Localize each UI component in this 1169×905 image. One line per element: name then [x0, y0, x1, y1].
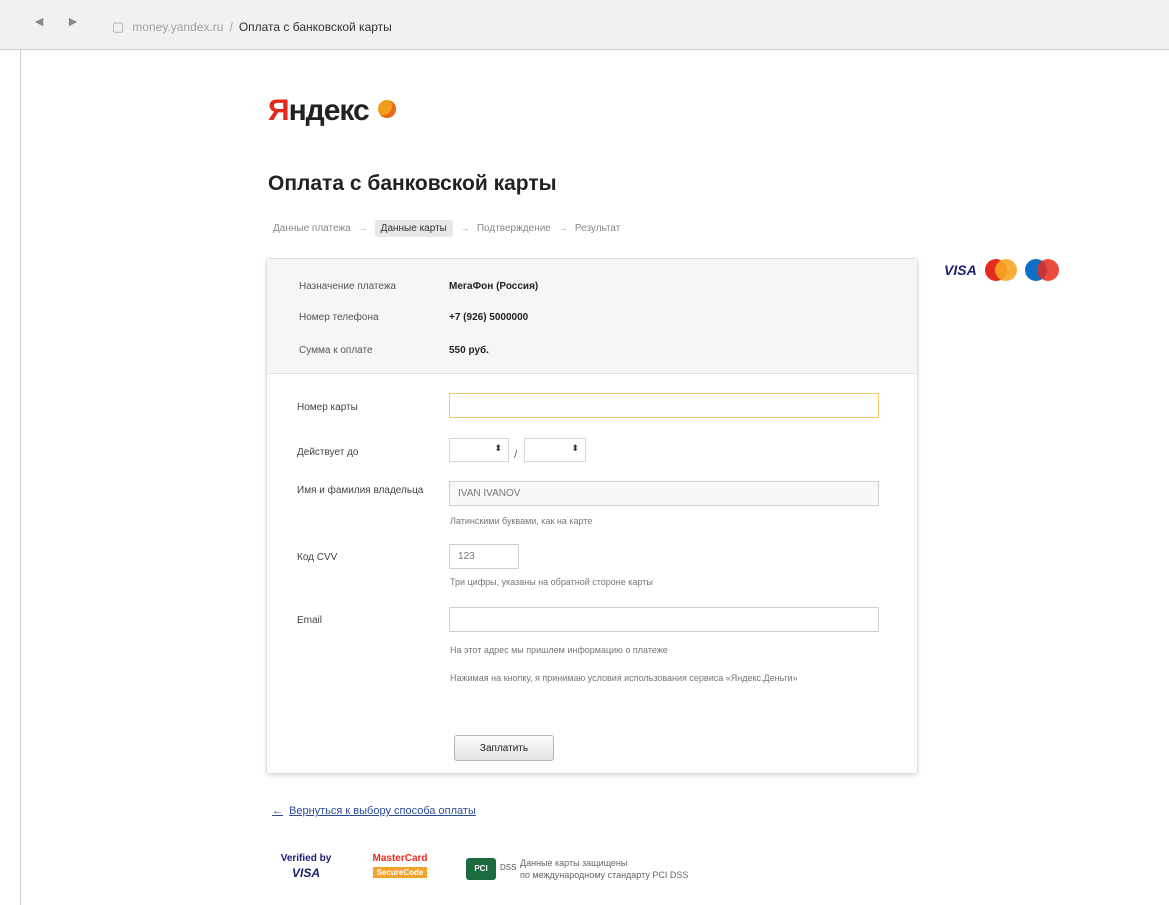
browser-toolbar: ◄ ► ▢ money.yandex.ru / Оплата с банковс… — [0, 0, 1169, 50]
cvv-label: Код CVV — [297, 552, 338, 563]
summary-value: +7 (926) 5000000 — [449, 312, 529, 323]
pci-dss-logo: PCI DSS — [466, 854, 520, 884]
arrow-left-icon: ← — [272, 805, 283, 817]
payment-summary: Назначение платежа МегаФон (Россия) Номе… — [267, 259, 917, 374]
mastercard-securecode-logo: MasterCard SecureCode — [360, 852, 440, 886]
url-page-title: Оплата с банковской карты — [238, 20, 392, 34]
address-bar[interactable]: ▢ money.yandex.ru / Оплата с банковской … — [112, 18, 392, 36]
terms-notice: Нажимая на кнопку, я принимаю условия ис… — [450, 673, 798, 683]
expiry-label: Действует до — [297, 447, 359, 458]
yandex-money-icon — [378, 100, 397, 118]
step-result: Результат — [574, 223, 621, 234]
step-payment-data: Данные платежа — [273, 223, 351, 234]
verified-by-visa-logo: Verified by VISA — [272, 852, 340, 886]
visa-icon: VISA — [944, 262, 977, 278]
accepted-cards: VISA — [944, 259, 1059, 281]
holder-hint: Латинскими буквами, как на карте — [450, 516, 593, 526]
pci-label: DSS — [500, 863, 517, 872]
step-confirmation: Подтверждение — [476, 223, 551, 234]
pci-badge: PCI — [466, 858, 496, 880]
logo-text: ндекс — [288, 94, 370, 127]
mastercard-icon — [984, 259, 1017, 281]
forward-button[interactable]: ► — [62, 10, 84, 32]
window-edge — [20, 50, 21, 905]
yandex-logo[interactable]: Яндекс — [268, 94, 397, 128]
pay-button[interactable]: Заплатить — [454, 735, 554, 761]
summary-label: Номер телефона — [299, 312, 379, 323]
summary-value: 550 руб. — [449, 345, 489, 356]
summary-label: Назначение платежа — [299, 281, 397, 292]
back-button[interactable]: ◄ — [28, 10, 50, 32]
chevron-updown-icon: ⬍ — [571, 443, 579, 453]
chevron-updown-icon: ⬍ — [494, 443, 502, 453]
expiry-month-select[interactable]: ⬍ — [449, 438, 509, 462]
arrow-right-icon: → — [357, 223, 368, 234]
holder-name-input[interactable] — [449, 481, 879, 506]
back-link-label: Вернуться к выбору способа оплаты — [289, 805, 476, 817]
page-title: Оплата с банковской карты — [268, 172, 557, 195]
email-field[interactable] — [449, 607, 879, 632]
expiry-year-select[interactable]: ⬍ — [524, 438, 586, 462]
summary-label: Сумма к оплате — [299, 345, 373, 356]
step-card-data: Данные карты — [374, 220, 453, 237]
security-line-1: Данные карты защищены — [520, 858, 628, 868]
mc-top: MasterCard — [372, 853, 428, 864]
email-hint: На этот адрес мы пришлем информацию о пл… — [450, 645, 668, 655]
vbv-bottom: VISA — [291, 866, 320, 880]
back-to-payment-methods-link[interactable]: ← Вернуться к выбору способа оплаты — [272, 805, 476, 817]
breadcrumb: Данные платежа → Данные карты → Подтверж… — [273, 220, 620, 237]
email-label: Email — [297, 615, 323, 626]
url-host: money.yandex.ru — [132, 20, 224, 34]
security-note: Данные карты защищены по международному … — [520, 857, 688, 881]
maestro-icon — [1024, 259, 1059, 281]
url-separator: / — [229, 20, 233, 34]
cvv-hint: Три цифры, указаны на обратной стороне к… — [450, 577, 653, 587]
cvv-input[interactable] — [449, 544, 519, 569]
logo-letter: Я — [268, 94, 290, 127]
summary-value: МегаФон (Россия) — [449, 281, 539, 292]
arrow-right-icon: → — [459, 223, 470, 234]
mc-bottom: SecureCode — [372, 867, 428, 878]
security-footer: Verified by VISA MasterCard SecureCode P… — [272, 852, 688, 886]
vbv-top: Verified by — [280, 853, 332, 864]
security-line-2: по международному стандарту PCI DSS — [520, 870, 689, 880]
card-number-label: Номер карты — [297, 402, 358, 413]
card-number-input[interactable] — [449, 393, 879, 418]
expiry-separator: / — [514, 447, 518, 461]
payment-panel: Назначение платежа МегаФон (Россия) Номе… — [266, 258, 918, 774]
arrow-right-icon: → — [557, 223, 568, 234]
holder-label: Имя и фамилия владельца — [297, 485, 424, 496]
page-icon: ▢ — [112, 19, 125, 34]
